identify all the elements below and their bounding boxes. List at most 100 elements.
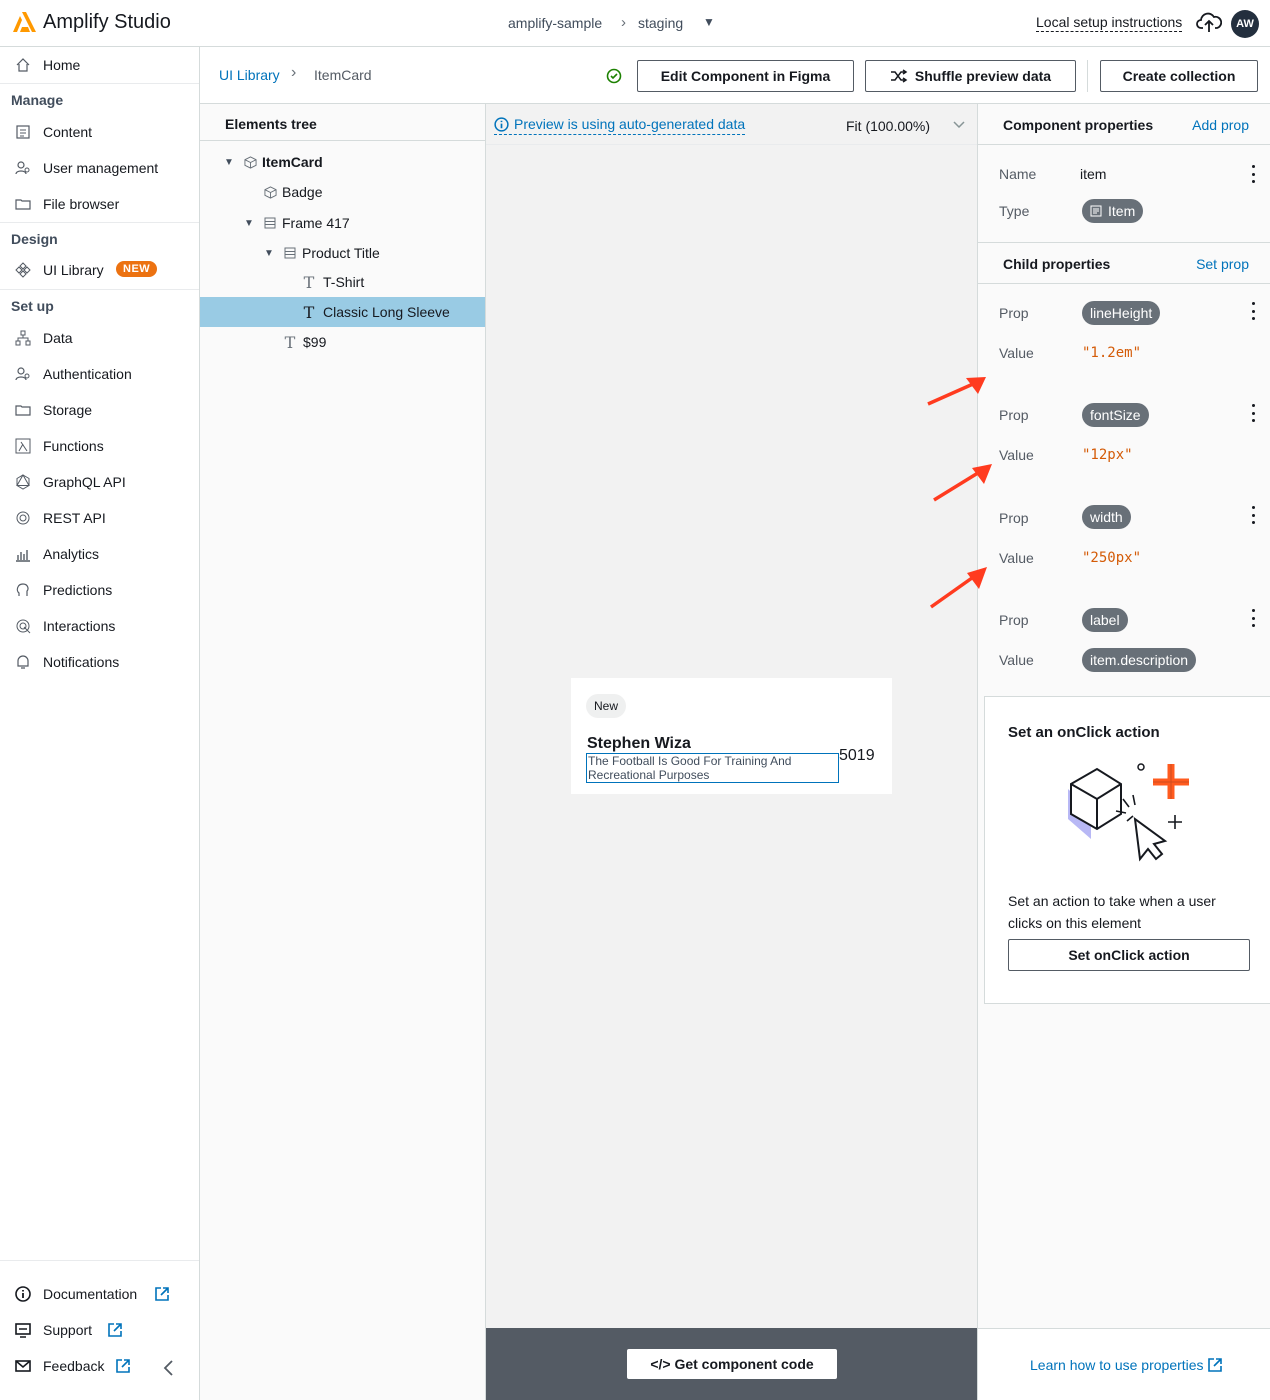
prop-label: Prop: [999, 612, 1029, 628]
divider: [486, 144, 977, 145]
item-card-preview[interactable]: New Stephen Wiza The Football Is Good Fo…: [571, 678, 892, 794]
prop-value-lineheight[interactable]: "1.2em": [1082, 345, 1141, 361]
component-properties-header: Component properties Add prop: [978, 104, 1270, 145]
learn-properties-link[interactable]: Learn how to use properties: [1030, 1357, 1222, 1373]
sidebar-item-label: Storage: [43, 402, 93, 418]
tree-node-price[interactable]: T $99: [200, 327, 485, 357]
caret-down-icon[interactable]: ▼: [244, 218, 254, 229]
prop-value-width[interactable]: "250px": [1082, 550, 1141, 566]
data-model-icon: [14, 329, 32, 347]
external-link-icon: [108, 1323, 122, 1337]
sidebar-item-user-management[interactable]: User management: [0, 151, 199, 185]
edit-in-figma-button[interactable]: Edit Component in Figma: [637, 60, 854, 92]
graphql-icon: [14, 473, 32, 491]
sidebar-item-ui-library[interactable]: UI Library NEW: [0, 253, 199, 287]
sidebar-item-storage[interactable]: Storage: [0, 393, 199, 427]
collapse-sidebar-icon[interactable]: [162, 1360, 174, 1376]
sidebar-item-predictions[interactable]: Predictions: [0, 573, 199, 607]
more-options-icon[interactable]: [1250, 506, 1256, 524]
sidebar-item-graphql-api[interactable]: GraphQL API: [0, 465, 199, 499]
divider: [0, 222, 199, 223]
users-icon: [14, 365, 32, 383]
shuffle-label: Shuffle preview data: [914, 68, 1052, 84]
tree-node-label: T-Shirt: [323, 274, 365, 290]
prop-pill-lineheight[interactable]: lineHeight: [1082, 301, 1161, 325]
chevron-right-icon: ›: [291, 64, 297, 81]
card-description-selected[interactable]: The Football Is Good For Training And Re…: [586, 753, 839, 783]
prop-pill-width[interactable]: width: [1082, 505, 1131, 529]
sidebar-item-analytics[interactable]: Analytics: [0, 537, 199, 571]
sidebar-item-content[interactable]: Content: [0, 115, 199, 149]
external-link-icon: [116, 1359, 130, 1373]
home-icon: [14, 56, 32, 74]
sidebar-item-label: Home: [43, 57, 81, 73]
sidebar-item-functions[interactable]: Functions: [0, 429, 199, 463]
tree-node-label: $99: [303, 334, 327, 350]
external-link-icon: [1207, 1358, 1222, 1372]
support-icon: [14, 1321, 32, 1339]
tree-node-classic-long-sleeve[interactable]: T Classic Long Sleeve: [200, 297, 485, 327]
type-value: Item: [1108, 203, 1136, 219]
sidebar-item-label: GraphQL API: [43, 474, 126, 490]
api-gear-icon: [14, 509, 32, 527]
text-type-icon: T: [284, 332, 296, 352]
get-component-code-button[interactable]: </> Get component code: [627, 1349, 837, 1379]
set-prop-link[interactable]: Set prop: [1196, 256, 1249, 272]
set-onclick-button[interactable]: Set onClick action: [1008, 939, 1250, 971]
properties-panel: Component properties Add prop Name item …: [977, 104, 1270, 1400]
caret-down-icon[interactable]: ▼: [224, 157, 234, 168]
tree-node-itemcard[interactable]: ▼ ItemCard: [200, 147, 485, 177]
top-bar: Amplify Studio amplify-sample › staging …: [0, 0, 1270, 47]
app-name-breadcrumb[interactable]: amplify-sample: [508, 15, 602, 31]
sidebar-item-interactions[interactable]: Interactions: [0, 609, 199, 643]
tree-node-badge[interactable]: Badge: [200, 177, 485, 207]
sidebar-item-authentication[interactable]: Authentication: [0, 357, 199, 391]
environment-name[interactable]: staging: [638, 15, 683, 31]
more-options-icon[interactable]: [1250, 404, 1256, 422]
section-heading-setup: Set up: [11, 298, 54, 314]
tree-node-t-shirt[interactable]: T T-Shirt: [200, 267, 485, 297]
preview-note-text: Preview is using auto-generated data: [514, 116, 746, 132]
bell-icon: [14, 653, 32, 671]
cloud-upload-icon[interactable]: [1196, 11, 1222, 33]
more-options-icon[interactable]: [1250, 302, 1256, 320]
preview-canvas: Preview is using auto-generated data Fit…: [486, 104, 977, 1328]
shuffle-preview-button[interactable]: Shuffle preview data: [865, 60, 1076, 92]
caret-down-icon[interactable]: ▼: [703, 15, 715, 29]
interactions-icon: [14, 617, 32, 635]
more-options-icon[interactable]: [1250, 165, 1256, 183]
sidebar-item-file-browser[interactable]: File browser: [0, 187, 199, 221]
sidebar-item-documentation[interactable]: Documentation: [0, 1277, 199, 1311]
tree-node-product-title[interactable]: ▼ Product Title: [200, 238, 485, 268]
chevron-down-icon[interactable]: [953, 121, 965, 129]
prop-pill-label[interactable]: label: [1082, 608, 1128, 632]
new-badge: NEW: [116, 261, 158, 277]
prop-value-fontsize[interactable]: "12px": [1082, 447, 1133, 463]
tree-node-frame-417[interactable]: ▼ Frame 417: [200, 208, 485, 238]
sidebar-item-rest-api[interactable]: REST API: [0, 501, 199, 535]
create-collection-button[interactable]: Create collection: [1100, 60, 1258, 92]
sidebar-item-support[interactable]: Support: [0, 1313, 199, 1347]
add-prop-link[interactable]: Add prop: [1192, 117, 1249, 133]
sidebar-item-home[interactable]: Home: [0, 48, 199, 82]
onclick-action-card: Set an onClick action Set an action to t…: [984, 696, 1270, 1004]
sidebar-item-data[interactable]: Data: [0, 321, 199, 355]
caret-down-icon[interactable]: ▼: [264, 248, 274, 259]
preview-data-notice[interactable]: Preview is using auto-generated data: [494, 116, 746, 135]
zoom-select[interactable]: Fit (100.00%): [846, 118, 930, 134]
local-setup-link[interactable]: Local setup instructions: [1036, 14, 1183, 32]
app-title[interactable]: Amplify Studio: [43, 11, 171, 34]
avatar[interactable]: AW: [1231, 10, 1259, 38]
child-properties-title: Child properties: [1003, 256, 1111, 272]
prop-pill-fontsize[interactable]: fontSize: [1082, 403, 1149, 427]
sidebar-item-notifications[interactable]: Notifications: [0, 645, 199, 679]
brain-icon: [14, 581, 32, 599]
card-title: Stephen Wiza: [587, 735, 691, 752]
frame-icon: [283, 246, 297, 260]
info-icon: [494, 116, 509, 132]
type-label: Type: [999, 203, 1030, 219]
prop-value-label[interactable]: item.description: [1082, 648, 1197, 672]
lambda-icon: [14, 437, 32, 455]
breadcrumb-ui-library[interactable]: UI Library: [219, 67, 280, 83]
more-options-icon[interactable]: [1250, 609, 1256, 627]
